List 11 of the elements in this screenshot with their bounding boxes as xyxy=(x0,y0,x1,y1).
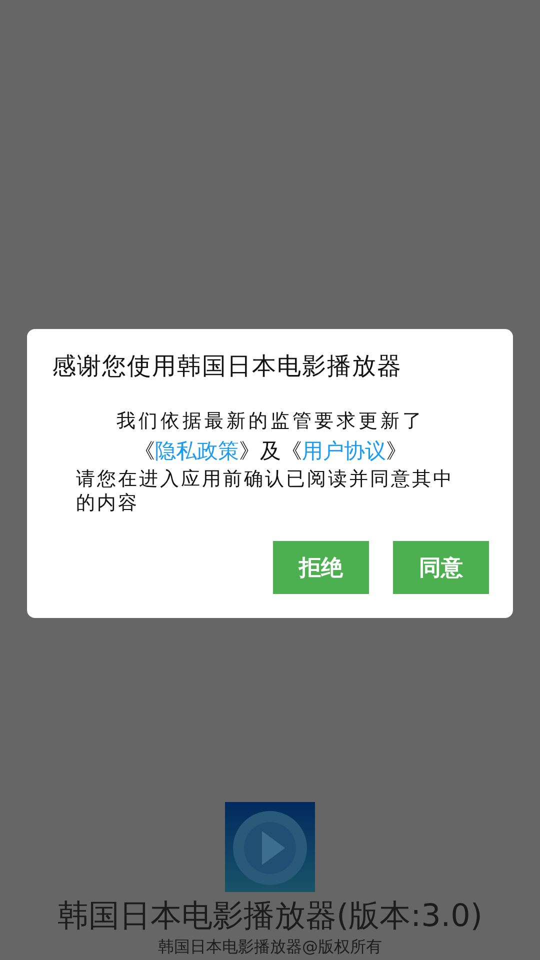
dialog-button[interactable]: 同意 xyxy=(393,541,489,594)
dialog-title: 感谢您使用韩国日本电影播放器 xyxy=(52,351,403,381)
copyright-text: 韩国日本电影播放器@版权所有 xyxy=(158,936,382,958)
app-logo-icon xyxy=(225,802,315,892)
app-name: 韩国日本电影播放器(版本:3.0) xyxy=(58,897,482,936)
policy-link[interactable]: 用户协议 xyxy=(302,439,386,463)
dialog-button[interactable]: 拒绝 xyxy=(273,541,369,594)
notice-text: 我们依据最新的监管要求更新了 xyxy=(116,409,426,434)
agreement-text: 《隐私政策》及《用户协议》 xyxy=(133,438,408,465)
confirm-text: 请您在进入应用前确认已阅读并同意其中的内容 xyxy=(76,467,455,515)
policy-link[interactable]: 隐私政策 xyxy=(155,439,239,463)
